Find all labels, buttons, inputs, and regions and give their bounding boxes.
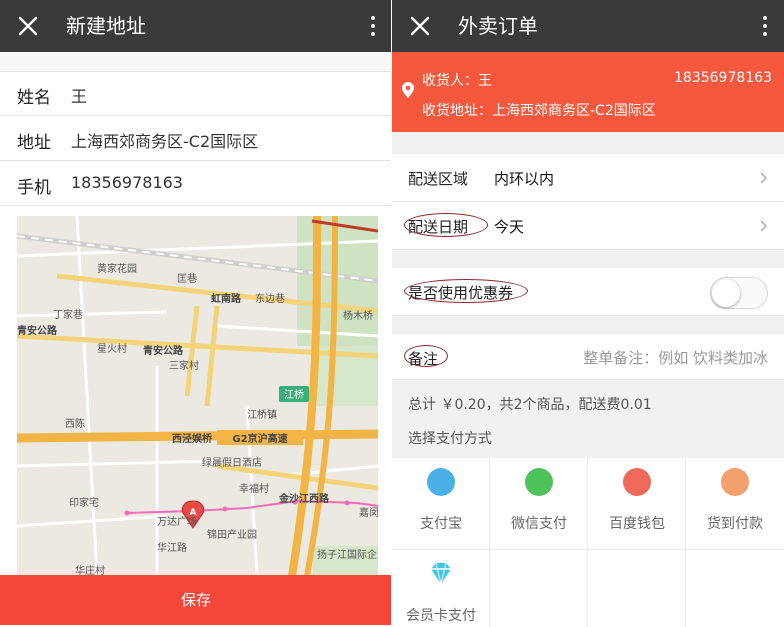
receiver-address: 收货地址：上海西郊商务区-C2国际区 xyxy=(422,103,656,119)
delivery-zone-label: 配送区域 xyxy=(408,170,469,188)
app-bar: 外卖订单 xyxy=(392,0,784,52)
payment-method-title: 选择支付方式 xyxy=(408,431,492,447)
diamond-icon xyxy=(431,562,451,585)
pay-empty-cell xyxy=(588,550,686,627)
annotation-circle xyxy=(404,213,488,237)
map-label: 西陈 xyxy=(65,417,85,430)
map-label: 东边巷 xyxy=(255,292,285,305)
pay-empty-cell xyxy=(686,550,784,627)
pay-member-card[interactable]: 会员卡支付 xyxy=(392,550,490,627)
name-label: 姓名 xyxy=(17,88,51,108)
map-label: 星火村 xyxy=(97,342,127,355)
pay-method-label: 货到付款 xyxy=(707,516,763,532)
close-icon[interactable] xyxy=(16,14,40,38)
delivery-zone-value: 内环以内 xyxy=(494,170,555,188)
more-options-icon[interactable] xyxy=(370,14,376,38)
address-label: 地址 xyxy=(17,133,51,153)
receiver-name: 收货人：王 xyxy=(422,73,492,89)
more-options-icon[interactable] xyxy=(762,14,768,38)
delivery-date-row[interactable]: 配送日期 今天 xyxy=(392,202,784,250)
chevron-right-icon xyxy=(760,220,768,232)
map-label: 青安公路 xyxy=(143,344,184,357)
page-title: 新建地址 xyxy=(66,14,146,38)
delivery-date-value: 今天 xyxy=(494,218,525,236)
name-field[interactable]: 王 xyxy=(71,83,87,107)
map-label: 金沙江西路 xyxy=(278,492,330,505)
coupon-toggle[interactable] xyxy=(710,277,768,309)
annotation-circle xyxy=(404,345,448,367)
pay-cash-on-delivery[interactable]: 货到付款 xyxy=(686,458,784,550)
wechat-icon xyxy=(525,468,553,496)
map-label: 华江路 xyxy=(157,541,187,554)
takeout-order-screen: 外卖订单 收货人：王 18356978163 收货地址：上海西郊商务区-C2国际… xyxy=(392,0,784,627)
annotation-circle xyxy=(404,279,528,303)
map-label: 江桥镇 xyxy=(247,408,277,421)
phone-label: 手机 xyxy=(17,178,51,198)
remark-row[interactable]: 备注 整单备注：例如 饮料类加冰 xyxy=(392,334,784,380)
app-bar: 新建地址 xyxy=(0,0,392,52)
pay-alipay[interactable]: 支付宝 xyxy=(392,458,490,550)
chevron-right-icon xyxy=(760,172,768,184)
close-icon[interactable] xyxy=(408,14,432,38)
location-pin-icon xyxy=(402,82,414,98)
map-label: 虹南路 xyxy=(211,292,242,305)
map-label: 西泾娱桥 xyxy=(172,432,213,445)
money-bag-icon xyxy=(721,468,749,496)
map-label: G2京沪高速 xyxy=(232,432,287,445)
address-field[interactable]: 上海西郊商务区-C2国际区 xyxy=(71,128,258,152)
pay-method-label: 微信支付 xyxy=(511,516,567,532)
phone-field[interactable]: 18356978163 xyxy=(71,173,183,192)
map-label: 匡巷 xyxy=(177,273,197,285)
remark-input[interactable]: 整单备注：例如 饮料类加冰 xyxy=(583,347,768,368)
spacer xyxy=(0,52,392,72)
map-view[interactable]: A 黄家花园 匡巷 丁家巷 东边巷 虹南路 杨木桥 青安公路 星火村 青安公路 … xyxy=(17,216,378,576)
name-row[interactable]: 姓名 王 xyxy=(0,72,392,116)
alipay-icon xyxy=(427,468,455,496)
payment-method-grid: 支付宝 微信支付 百度钱包 货到付款 会员卡支付 xyxy=(392,458,784,627)
order-summary: 总计 ￥0.20，共2个商品，配送费0.01 xyxy=(408,397,652,413)
map-label: 黄家花园 xyxy=(97,262,137,275)
map-label: 三家村 xyxy=(169,359,199,372)
map-label: 杨木桥 xyxy=(343,309,373,322)
map-label: 扬子江国际企业广场 xyxy=(317,548,378,561)
delivery-address-card[interactable]: 收货人：王 18356978163 收货地址：上海西郊商务区-C2国际区 xyxy=(392,52,784,132)
map-label: 丁家巷 xyxy=(53,308,83,321)
page-title: 外卖订单 xyxy=(458,14,538,38)
pay-method-label: 会员卡支付 xyxy=(406,608,476,624)
baidu-wallet-icon xyxy=(623,468,651,496)
pay-baidu-wallet[interactable]: 百度钱包 xyxy=(588,458,686,550)
delivery-zone-row[interactable]: 配送区域 内环以内 xyxy=(392,154,784,202)
new-address-screen: 新建地址 姓名 王 地址 上海西郊商务区-C2国际区 手机 1835697816… xyxy=(0,0,392,627)
pay-method-label: 支付宝 xyxy=(420,516,462,532)
pay-empty-cell xyxy=(490,550,588,627)
pay-method-label: 百度钱包 xyxy=(609,516,665,532)
map-label: 绿晨假日酒店 xyxy=(202,456,262,469)
coupon-row[interactable]: 是否使用优惠券 xyxy=(392,268,784,316)
pay-wechat[interactable]: 微信支付 xyxy=(490,458,588,550)
phone-row[interactable]: 手机 18356978163 xyxy=(0,162,392,206)
map-label: 幸福村 xyxy=(239,482,269,495)
map-label: 嘉闵 xyxy=(359,506,378,519)
map-label: 锦田产业园 xyxy=(207,528,257,541)
map-label: 印家宅 xyxy=(69,496,99,509)
address-row[interactable]: 地址 上海西郊商务区-C2国际区 xyxy=(0,117,392,161)
save-button[interactable]: 保存 xyxy=(0,575,392,625)
map-label: 青安公路 xyxy=(17,324,58,337)
map-label: 江桥 xyxy=(284,389,304,401)
map-label: 万达广场 xyxy=(157,515,197,528)
receiver-phone: 18356978163 xyxy=(674,70,772,86)
